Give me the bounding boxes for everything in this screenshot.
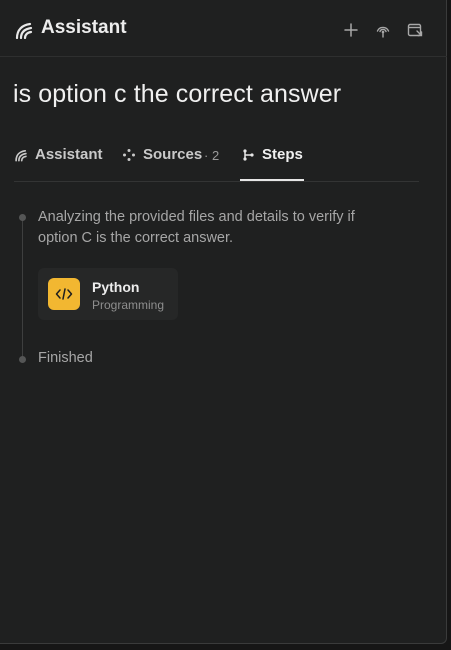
app-title: Assistant <box>41 17 127 38</box>
tab-assistant-label: Assistant <box>35 146 103 163</box>
assistant-panel: Assistant is option c the correct answer… <box>0 0 447 644</box>
step-dot <box>19 356 26 363</box>
open-window-icon[interactable] <box>406 21 424 39</box>
top-bar: Assistant <box>0 0 447 57</box>
assistant-logo-icon <box>15 149 27 162</box>
step-analyzing-text: Analyzing the provided files and details… <box>38 209 355 246</box>
query-heading: is option c the correct answer <box>13 80 342 108</box>
tab-sources-label: Sources <box>143 146 203 163</box>
tab-bar: Assistant Sources · 2 Steps <box>14 135 419 182</box>
tool-category: Programming <box>92 298 165 312</box>
tab-steps-label: Steps <box>262 146 303 163</box>
steps-icon <box>243 149 254 161</box>
tab-assistant[interactable]: Assistant <box>14 135 106 182</box>
tool-name: Python <box>92 279 140 295</box>
plus-icon[interactable] <box>342 21 360 39</box>
active-tab-indicator <box>240 179 304 181</box>
tab-steps[interactable]: Steps <box>240 135 304 182</box>
sources-icon <box>123 149 135 161</box>
code-icon <box>48 278 80 310</box>
step-finished-text: Finished <box>38 350 93 366</box>
sources-count: · 2 <box>204 148 220 163</box>
assistant-logo-icon <box>15 22 33 39</box>
broadcast-icon[interactable] <box>374 21 392 39</box>
tab-sources[interactable]: Sources · 2 <box>122 135 226 182</box>
python-tool-card[interactable]: Python Programming <box>38 268 178 320</box>
step-dot <box>19 214 26 221</box>
steps-timeline <box>22 218 23 360</box>
